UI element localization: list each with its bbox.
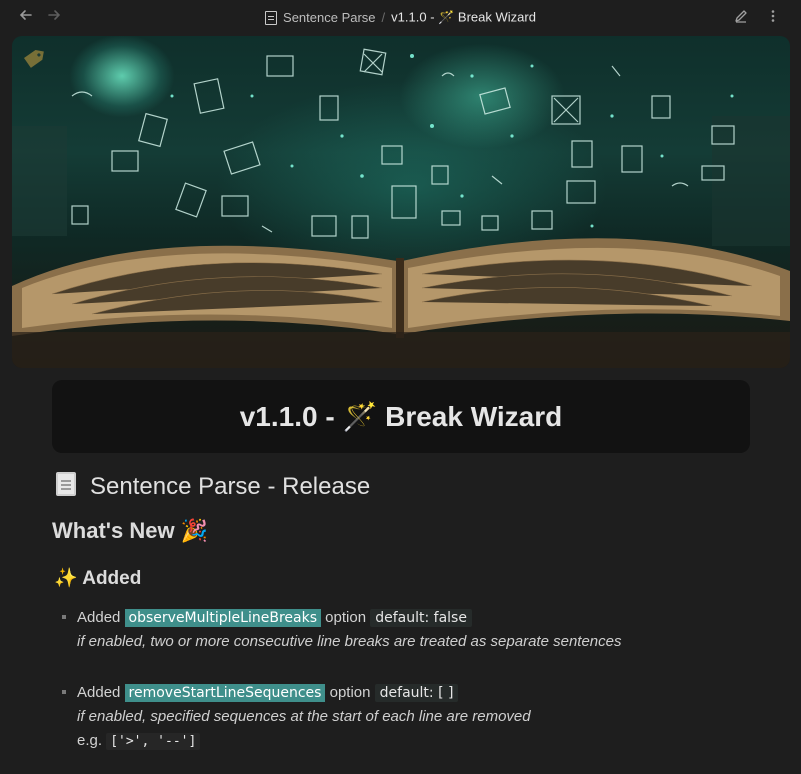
- breadcrumb-separator: /: [381, 10, 386, 26]
- pencil-icon[interactable]: [731, 8, 751, 28]
- added-heading: ✨ Added: [54, 568, 142, 589]
- option-name-highlight: observeMultipleLineBreaks: [124, 609, 321, 627]
- option-name-highlight: removeStartLineSequences: [124, 684, 326, 702]
- item-description: if enabled, specified sequences at the s…: [77, 708, 531, 725]
- banner-image: [12, 36, 790, 368]
- item-description: if enabled, two or more consecutive line…: [77, 633, 622, 650]
- document-icon: [265, 10, 278, 25]
- tag-icon: [24, 49, 44, 68]
- breadcrumb-current[interactable]: v1.1.0 - 🪄 Break Wizard: [391, 10, 536, 25]
- document-heading-text: Sentence Parse - Release: [90, 473, 371, 500]
- breadcrumb-parent[interactable]: Sentence Parse: [283, 10, 376, 25]
- more-vertical-icon[interactable]: [763, 8, 783, 28]
- example-code: ['>', '--']: [106, 733, 201, 750]
- open-book-illustration: [12, 48, 790, 368]
- page-title: v1.1.0 - 🪄 Break Wizard: [52, 380, 750, 453]
- list-item: Added observeMultipleLineBreaks option d…: [62, 606, 762, 654]
- default-value-code: default: false: [370, 609, 472, 627]
- item-prefix: Added: [77, 609, 121, 626]
- document-icon: [56, 472, 76, 496]
- list-item: Added removeStartLineSequences option de…: [62, 681, 762, 753]
- item-prefix: Added: [77, 684, 121, 701]
- option-word: option: [329, 684, 371, 701]
- top-bar: Sentence Parse / v1.1.0 - 🪄 Break Wizard: [0, 0, 801, 36]
- default-value-code: default: [ ]: [374, 684, 459, 702]
- breadcrumb: Sentence Parse / v1.1.0 - 🪄 Break Wizard: [0, 9, 801, 26]
- example-prefix: e.g.: [77, 732, 103, 749]
- changelog-list: Added observeMultipleLineBreaks option d…: [62, 606, 762, 753]
- document-heading: Sentence Parse - Release: [56, 472, 370, 501]
- option-word: option: [325, 609, 367, 626]
- whats-new-heading: What's New 🎉: [52, 518, 209, 543]
